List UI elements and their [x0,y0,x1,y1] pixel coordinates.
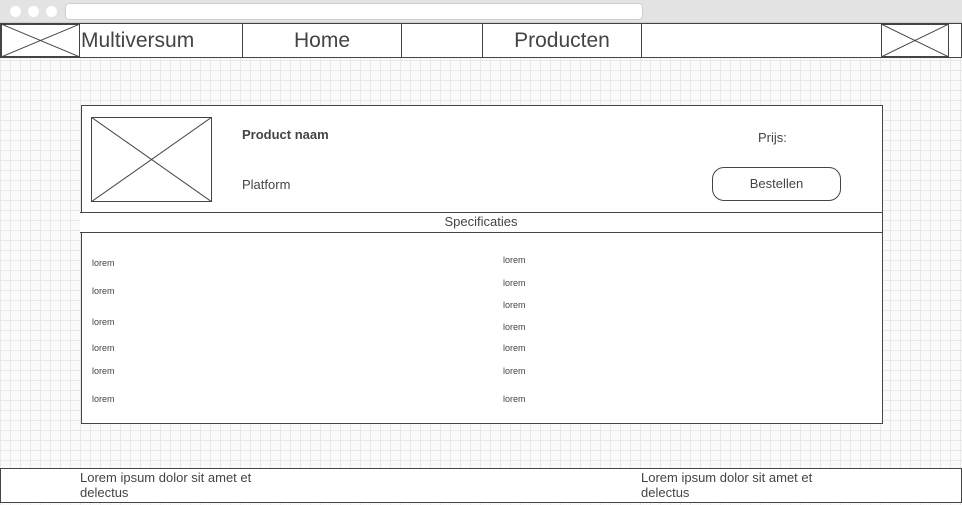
product-platform: Platform [242,177,291,192]
spec-right-item: lorem [503,322,526,332]
browser-chrome [0,0,962,23]
spec-right-item: lorem [503,255,526,265]
footer: Lorem ipsum dolor sit amet et delectus L… [0,468,962,503]
site-title[interactable]: Multiversum [80,24,243,57]
spec-right-item: lorem [503,343,526,353]
spec-left-item: lorem [92,258,115,268]
nav-products-link[interactable]: Producten [483,24,642,57]
order-button[interactable]: Bestellen [712,167,841,201]
spec-left-item: lorem [92,394,115,404]
specifications-header: Specificaties [80,212,882,233]
window-close-dot[interactable] [10,6,21,17]
product-image-placeholder-icon [91,117,212,202]
product-card: Product naam Platform Prijs: Bestellen S… [80,105,883,424]
window-minimize-dot[interactable] [28,6,39,17]
spec-right-item: lorem [503,300,526,310]
nav-empty-cell [402,24,483,57]
footer-text-right: Lorem ipsum dolor sit amet et delectus [641,470,813,500]
spec-left-item: lorem [92,366,115,376]
spec-right-item: lorem [503,394,526,404]
spec-left-item: lorem [92,286,115,296]
spec-left-item: lorem [92,317,115,327]
window-maximize-dot[interactable] [46,6,57,17]
spec-left-item: lorem [92,343,115,353]
footer-text-left: Lorem ipsum dolor sit amet et delectus [80,470,252,500]
address-bar[interactable] [65,3,643,20]
spec-right-item: lorem [503,366,526,376]
logo-image-placeholder-icon [1,24,80,57]
header-image-placeholder-icon [881,24,949,57]
price-label: Prijs: [758,130,787,145]
page: Multiversum Home Producten Product naam … [0,0,962,505]
spec-right-item: lorem [503,278,526,288]
nav-bar: Multiversum Home Producten [0,23,962,58]
product-name: Product naam [242,127,329,142]
nav-home-link[interactable]: Home [243,24,402,57]
